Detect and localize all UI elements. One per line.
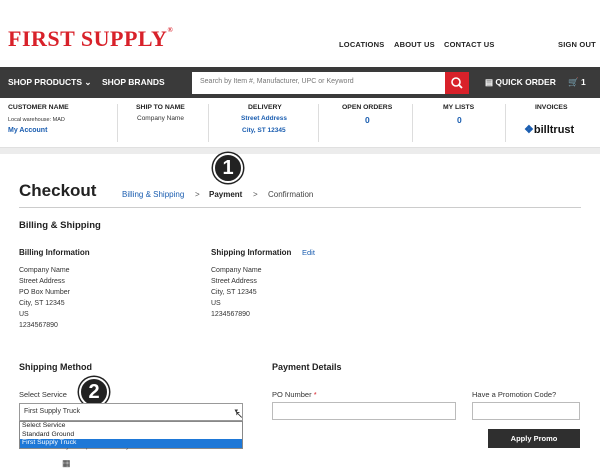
service-dropdown: Select Service Standard Ground First Sup… (19, 421, 243, 449)
select-service-label: Select Service (19, 390, 67, 399)
calendar-icon[interactable]: ▦ (62, 458, 71, 468)
quick-order-button[interactable]: ▤ QUICK ORDER (485, 77, 556, 88)
customer-name-heading: CUSTOMER NAME (8, 104, 69, 111)
my-lists-heading: MY LISTS (443, 104, 475, 111)
po-number-label: PO Number * (272, 390, 317, 399)
shipping-method-heading: Shipping Method (19, 362, 92, 372)
breadcrumb-billing-shipping[interactable]: Billing & Shipping (122, 190, 184, 199)
open-orders-heading: OPEN ORDERS (342, 104, 393, 111)
account-bar: CUSTOMER NAME Local warehouse: MAD My Ac… (0, 98, 600, 148)
mouse-cursor-icon: ↖ (235, 410, 244, 421)
step-marker-1: 1 (213, 153, 243, 183)
search-icon (451, 77, 463, 89)
main-nav: SHOP PRODUCTS ⌄ SHOP BRANDS Search by It… (0, 67, 600, 98)
invoices-heading: INVOICES (535, 104, 568, 111)
chevron-down-icon: ⌄ (84, 77, 92, 87)
edit-shipping-link[interactable]: Edit (302, 248, 315, 257)
apply-promo-button[interactable]: Apply Promo (488, 429, 580, 448)
shop-products-menu[interactable]: SHOP PRODUCTS ⌄ (8, 77, 92, 88)
document-icon: ▤ (485, 77, 494, 87)
billing-address: Company Name Street Address PO Box Numbe… (19, 267, 70, 329)
promo-code-label: Have a Promotion Code? (472, 390, 557, 399)
promo-code-input[interactable] (472, 402, 580, 420)
first-supply-logo[interactable]: FIRST SUPPLY® (8, 26, 173, 52)
divider (117, 104, 118, 142)
billing-info-heading: Billing Information (19, 248, 90, 257)
sign-out-link[interactable]: SIGN OUT (558, 40, 596, 49)
delivery-city-link[interactable]: City, ST 12345 (242, 127, 286, 134)
option-first-supply-truck[interactable]: First Supply Truck (20, 439, 242, 448)
po-number-input[interactable] (272, 402, 456, 420)
contact-us-link[interactable]: CONTACT US (444, 40, 495, 49)
divider (505, 104, 506, 142)
service-select[interactable]: First Supply Truck ▾ (19, 403, 243, 421)
billtrust-logo[interactable]: ❖billtrust (524, 123, 574, 136)
delivery-heading: DELIVERY (248, 104, 282, 111)
open-orders-count[interactable]: 0 (365, 115, 370, 125)
delivery-street-link[interactable]: Street Address (241, 115, 287, 122)
breadcrumb-separator: > (253, 190, 258, 199)
top-header: FIRST SUPPLY® LOCATIONS ABOUT US CONTACT… (0, 0, 600, 67)
ship-to-heading: SHIP TO NAME (136, 104, 185, 111)
search-button[interactable] (445, 72, 469, 94)
warehouse-text: Local warehouse: MAD (8, 117, 65, 123)
section-divider (0, 148, 600, 154)
billing-shipping-heading: Billing & Shipping (19, 220, 101, 231)
divider (208, 104, 209, 142)
divider (412, 104, 413, 142)
breadcrumb-payment: Payment (209, 190, 243, 199)
locations-link[interactable]: LOCATIONS (339, 40, 384, 49)
option-standard-ground[interactable]: Standard Ground (20, 431, 242, 440)
shop-brands-menu[interactable]: SHOP BRANDS (102, 77, 165, 87)
breadcrumb-confirmation: Confirmation (268, 190, 314, 199)
shipping-info-heading: Shipping Information (211, 248, 292, 257)
my-account-link[interactable]: My Account (8, 127, 47, 134)
option-select-service[interactable]: Select Service (20, 422, 242, 431)
about-us-link[interactable]: ABOUT US (394, 40, 435, 49)
shipping-address: Company Name Street Address City, ST 123… (211, 267, 262, 318)
search-input[interactable]: Search by Item #, Manufacturer, UPC or K… (192, 72, 445, 94)
cart-icon: 🛒 (568, 77, 579, 87)
service-select-value: First Supply Truck (24, 408, 81, 415)
search-placeholder: Search by Item #, Manufacturer, UPC or K… (200, 78, 354, 85)
divider (19, 207, 581, 208)
cart-button[interactable]: 🛒 1 (568, 77, 586, 88)
billtrust-icon: ❖ (524, 124, 534, 136)
my-lists-count[interactable]: 0 (457, 115, 462, 125)
divider (318, 104, 319, 142)
ship-to-value: Company Name (137, 115, 184, 122)
payment-details-heading: Payment Details (272, 362, 342, 372)
breadcrumb-separator: > (195, 190, 200, 199)
page-title: Checkout (19, 181, 97, 200)
